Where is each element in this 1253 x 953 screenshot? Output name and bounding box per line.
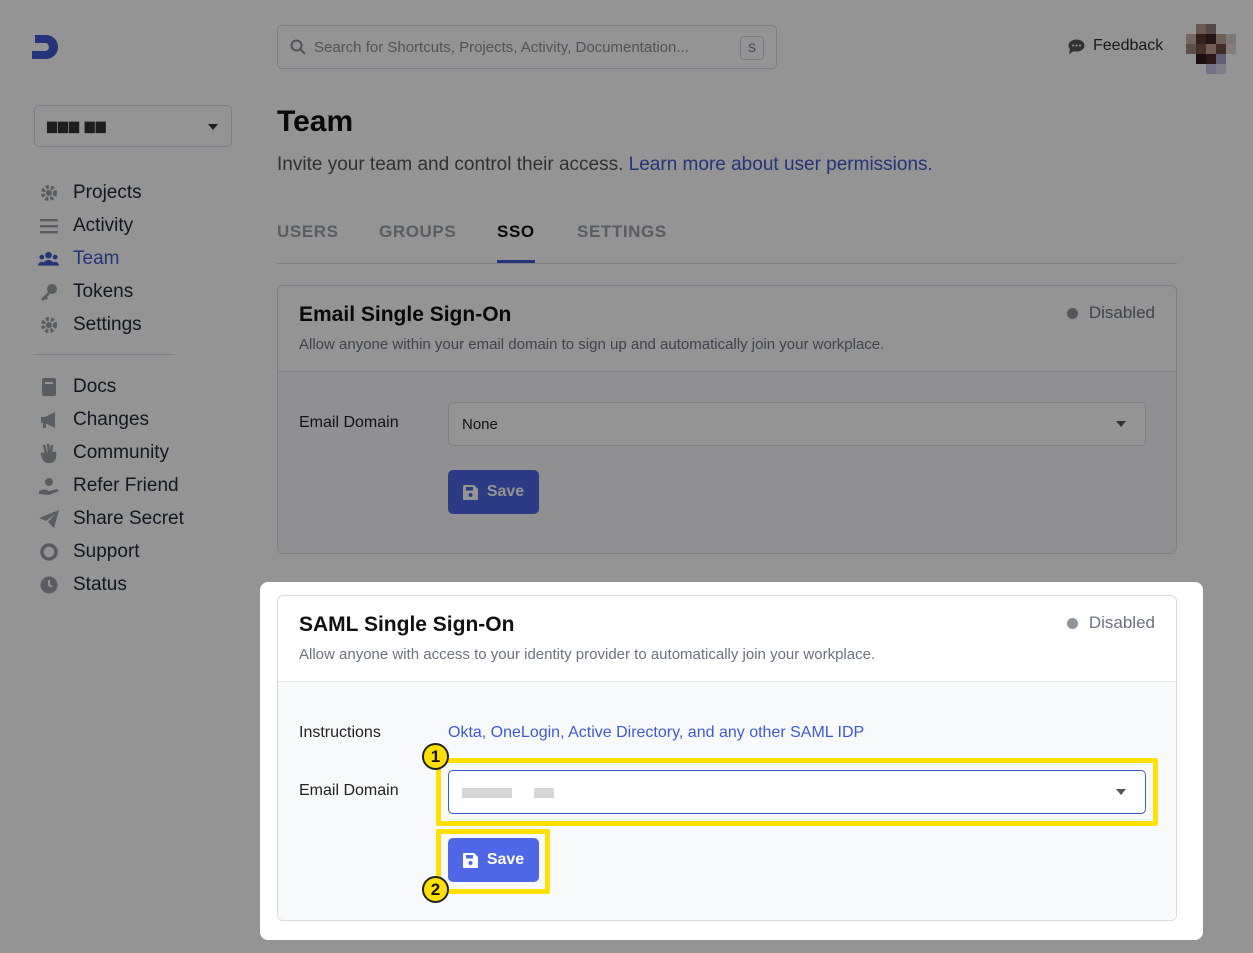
saml-sso-description: Allow anyone with access to your identit… [299,646,876,663]
saml-sso-status: Disabled [1066,613,1155,633]
saml-sso-header: SAML Single Sign-On Allow anyone with ac… [278,596,1176,682]
step-badge-2: 2 [422,876,449,903]
instructions-label: Instructions [299,724,381,741]
status-label: Disabled [1088,613,1155,632]
highlight-save-button [436,829,550,894]
status-dot-icon [1066,617,1078,629]
saml-instructions-link[interactable]: Okta, OneLogin, Active Directory, and an… [448,724,864,742]
saml-sso-title: SAML Single Sign-On [299,613,515,636]
highlight-email-domain [436,758,1158,826]
step-badge-1: 1 [422,743,449,770]
saml-email-domain-label: Email Domain [299,782,399,799]
